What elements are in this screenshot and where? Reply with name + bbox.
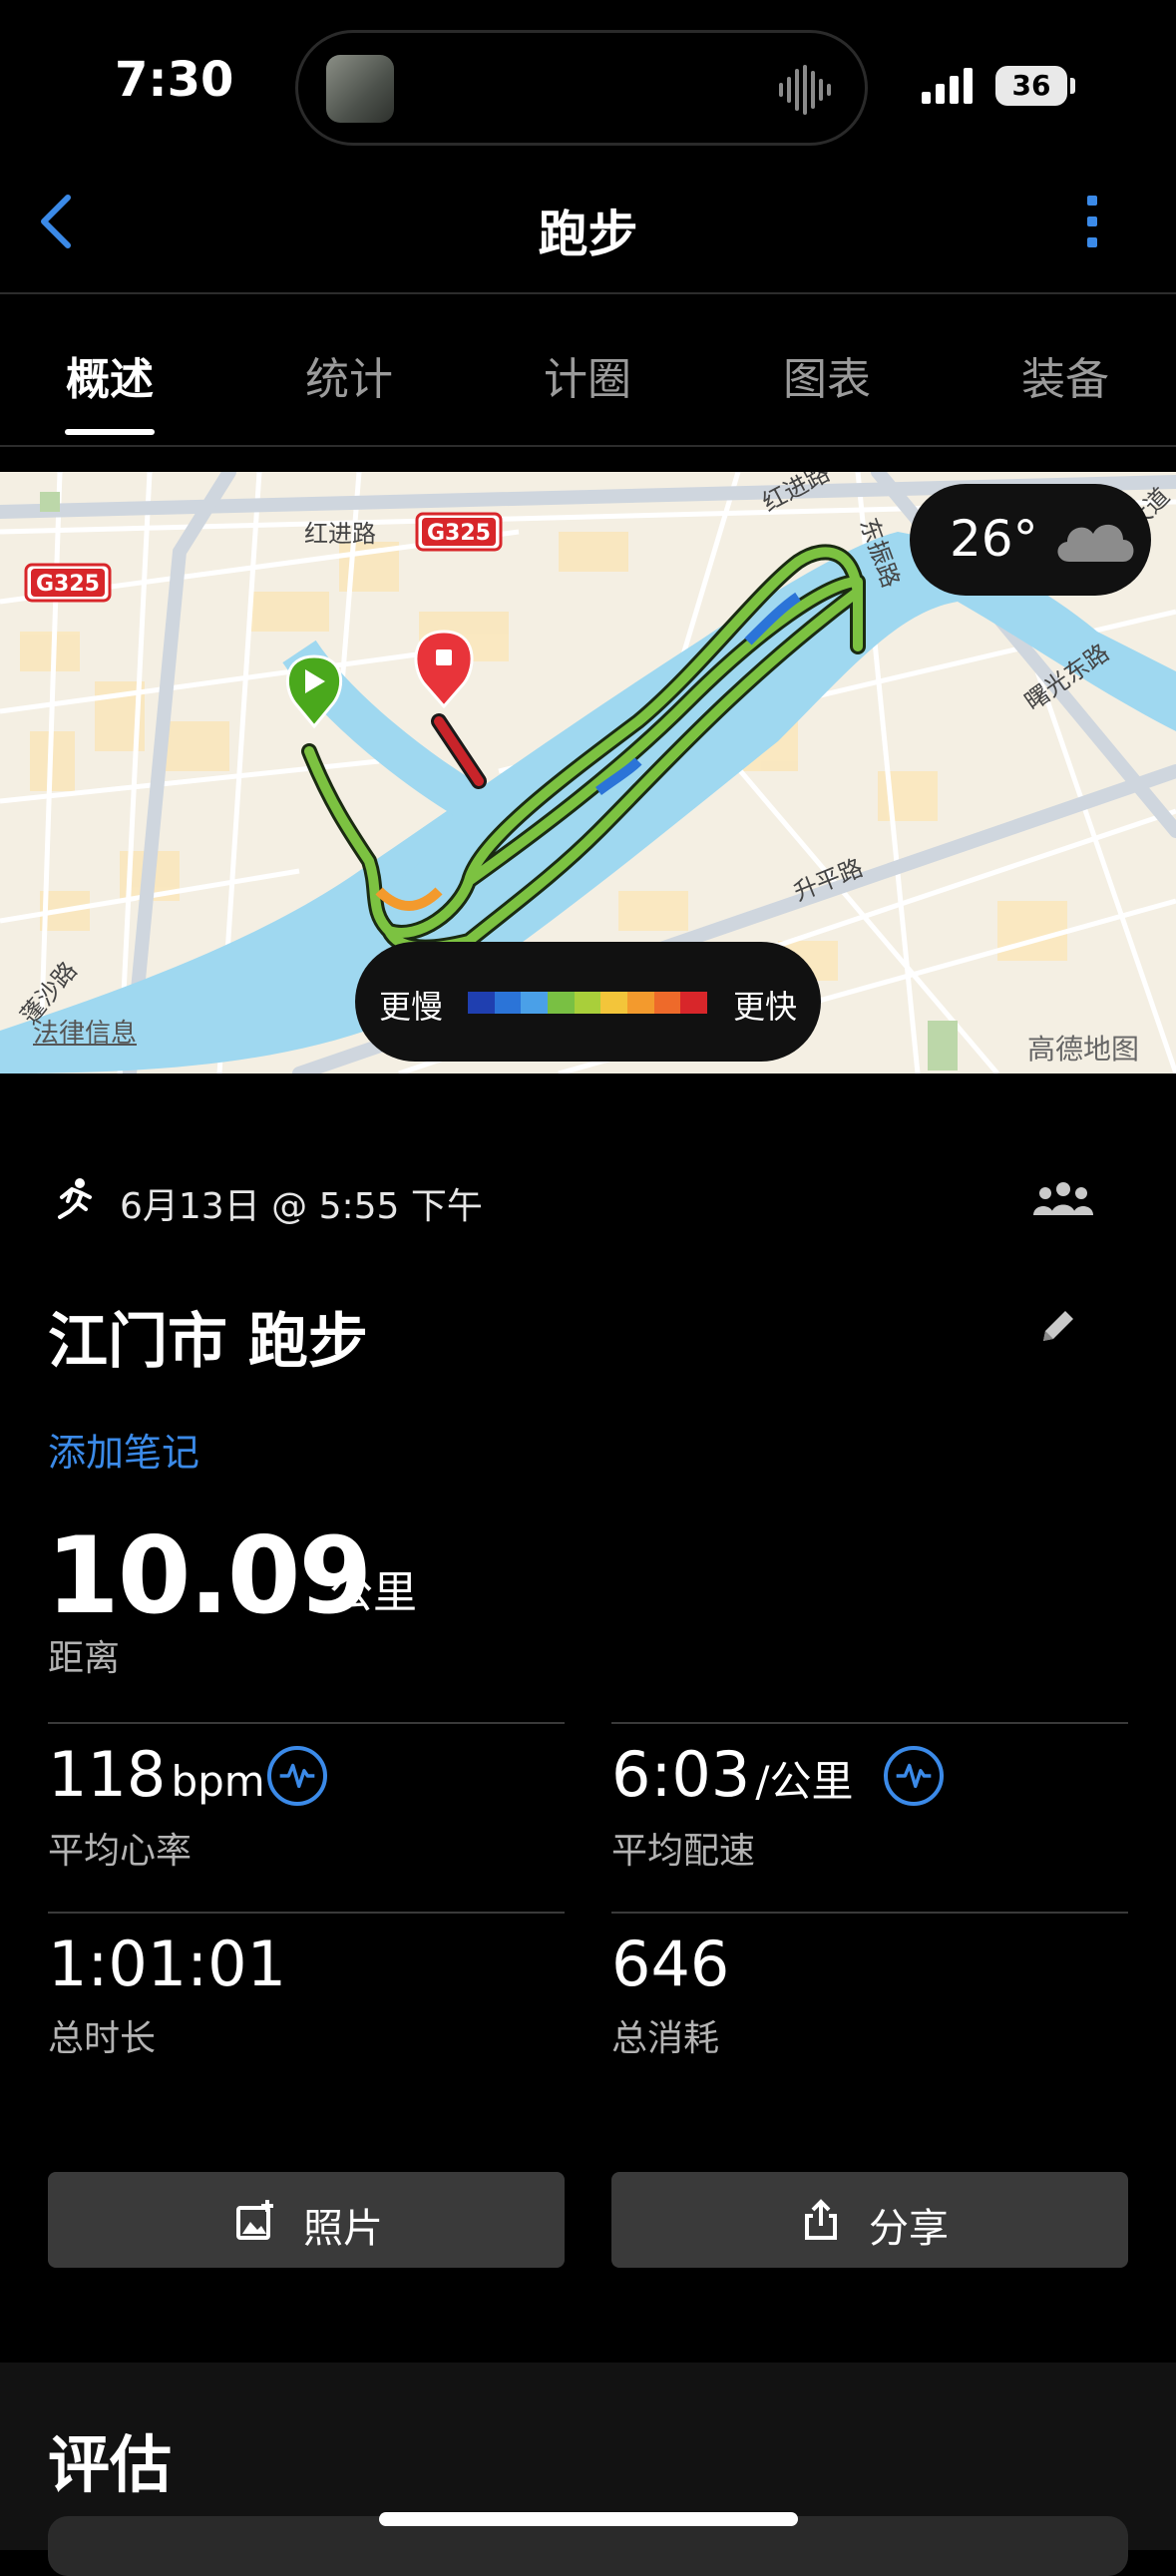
running-icon <box>58 1178 92 1219</box>
distance-unit: 公里 <box>329 1567 417 1618</box>
edit-pencil-icon[interactable] <box>1037 1305 1079 1347</box>
pace-chart-icon[interactable] <box>884 1746 944 1806</box>
nav-divider <box>0 292 1176 294</box>
map-label-road5: 升平路 <box>790 854 867 907</box>
heart-rate-chart-icon[interactable] <box>267 1746 327 1806</box>
group-icon[interactable] <box>1033 1179 1093 1219</box>
page-title: 跑步 <box>538 206 638 263</box>
stat-divider <box>48 1912 565 1914</box>
photos-button-label: 照片 <box>303 2206 383 2252</box>
svg-text:G325: G325 <box>36 572 100 597</box>
tab-charts[interactable]: 图表 <box>783 343 871 407</box>
pace-label: 平均配速 <box>611 1831 756 1872</box>
pace-color-swatch <box>548 992 575 1014</box>
evaluation-title: 评估 <box>48 2428 173 2501</box>
tab-gear[interactable]: 装备 <box>1021 343 1109 407</box>
status-time: 7:30 <box>115 52 234 108</box>
distance-label: 距离 <box>48 1638 121 1679</box>
pace-color-swatch <box>653 992 681 1014</box>
more-options-icon[interactable] <box>1077 196 1107 259</box>
tab-bar: 概述 统计 计圈 图表 装备 <box>0 329 1176 439</box>
calories-value: 646 <box>611 1928 730 2000</box>
end-pin-icon <box>414 630 474 709</box>
pace-color-swatch <box>468 992 495 1014</box>
distance-value: 10.09 <box>46 1514 372 1637</box>
duration-value: 1:01:01 <box>48 1928 287 2000</box>
weather-badge[interactable]: 26° <box>910 484 1151 596</box>
pace-color-swatch <box>494 992 522 1014</box>
pace-unit: /公里 <box>755 1757 854 1806</box>
home-indicator[interactable] <box>379 2512 798 2526</box>
pace-legend: 更慢 更快 <box>355 942 821 1062</box>
share-button[interactable]: 分享 <box>611 2172 1128 2268</box>
photos-button[interactable]: 照片 <box>48 2172 565 2268</box>
map-provider-logo: 高德地图 <box>1027 1033 1140 1066</box>
stat-divider <box>611 1912 1128 1914</box>
pace-color-scale <box>468 992 708 1014</box>
heart-rate-stat: 118 bpm <box>48 1738 265 1811</box>
active-tab-indicator <box>65 429 155 435</box>
stat-divider <box>48 1722 565 1724</box>
highway-badge-1: G325 <box>415 512 503 552</box>
svg-text:G325: G325 <box>427 521 491 546</box>
pace-color-swatch <box>627 992 654 1014</box>
activity-title: 江门市 跑步 <box>48 1307 368 1377</box>
cellular-signal-icon <box>922 68 973 104</box>
highway-badge-2: G325 <box>24 563 112 603</box>
audio-waveform-icon <box>779 65 831 115</box>
share-icon <box>805 2199 837 2240</box>
tab-stats[interactable]: 统计 <box>305 343 393 407</box>
dynamic-island[interactable] <box>295 30 868 146</box>
add-photo-icon <box>236 2200 273 2240</box>
tab-overview[interactable]: 概述 <box>66 343 154 407</box>
weather-temperature: 26° <box>950 510 1038 568</box>
cloud-icon <box>1057 524 1134 562</box>
pace-stat: 6:03 /公里 <box>611 1738 853 1811</box>
tabs-divider <box>0 445 1176 447</box>
heart-rate-label: 平均心率 <box>48 1831 193 1872</box>
duration-label: 总时长 <box>48 2018 157 2059</box>
pace-color-swatch <box>574 992 601 1014</box>
pace-color-swatch <box>521 992 549 1014</box>
heart-rate-unit: bpm <box>171 1757 265 1806</box>
now-playing-thumbnail <box>326 55 394 123</box>
battery-nub <box>1070 78 1075 94</box>
add-note-link[interactable]: 添加笔记 <box>48 1422 199 1477</box>
legend-slower-label: 更慢 <box>379 988 444 1026</box>
heart-rate-value: 118 <box>48 1738 167 1811</box>
legal-info-link[interactable]: 法律信息 <box>33 1013 137 1050</box>
pace-value: 6:03 <box>611 1738 751 1811</box>
pace-color-swatch <box>680 992 708 1014</box>
pace-color-swatch <box>600 992 628 1014</box>
activity-datetime: 6月13日 @ 5:55 下午 <box>120 1186 483 1227</box>
tab-laps[interactable]: 计圈 <box>544 343 631 407</box>
legend-faster-label: 更快 <box>732 988 797 1026</box>
stat-divider <box>611 1722 1128 1724</box>
battery-indicator: 36 <box>995 66 1067 106</box>
share-button-label: 分享 <box>869 2206 949 2252</box>
calories-label: 总消耗 <box>611 2018 720 2059</box>
map-label-road1: 红进路 <box>304 520 376 548</box>
